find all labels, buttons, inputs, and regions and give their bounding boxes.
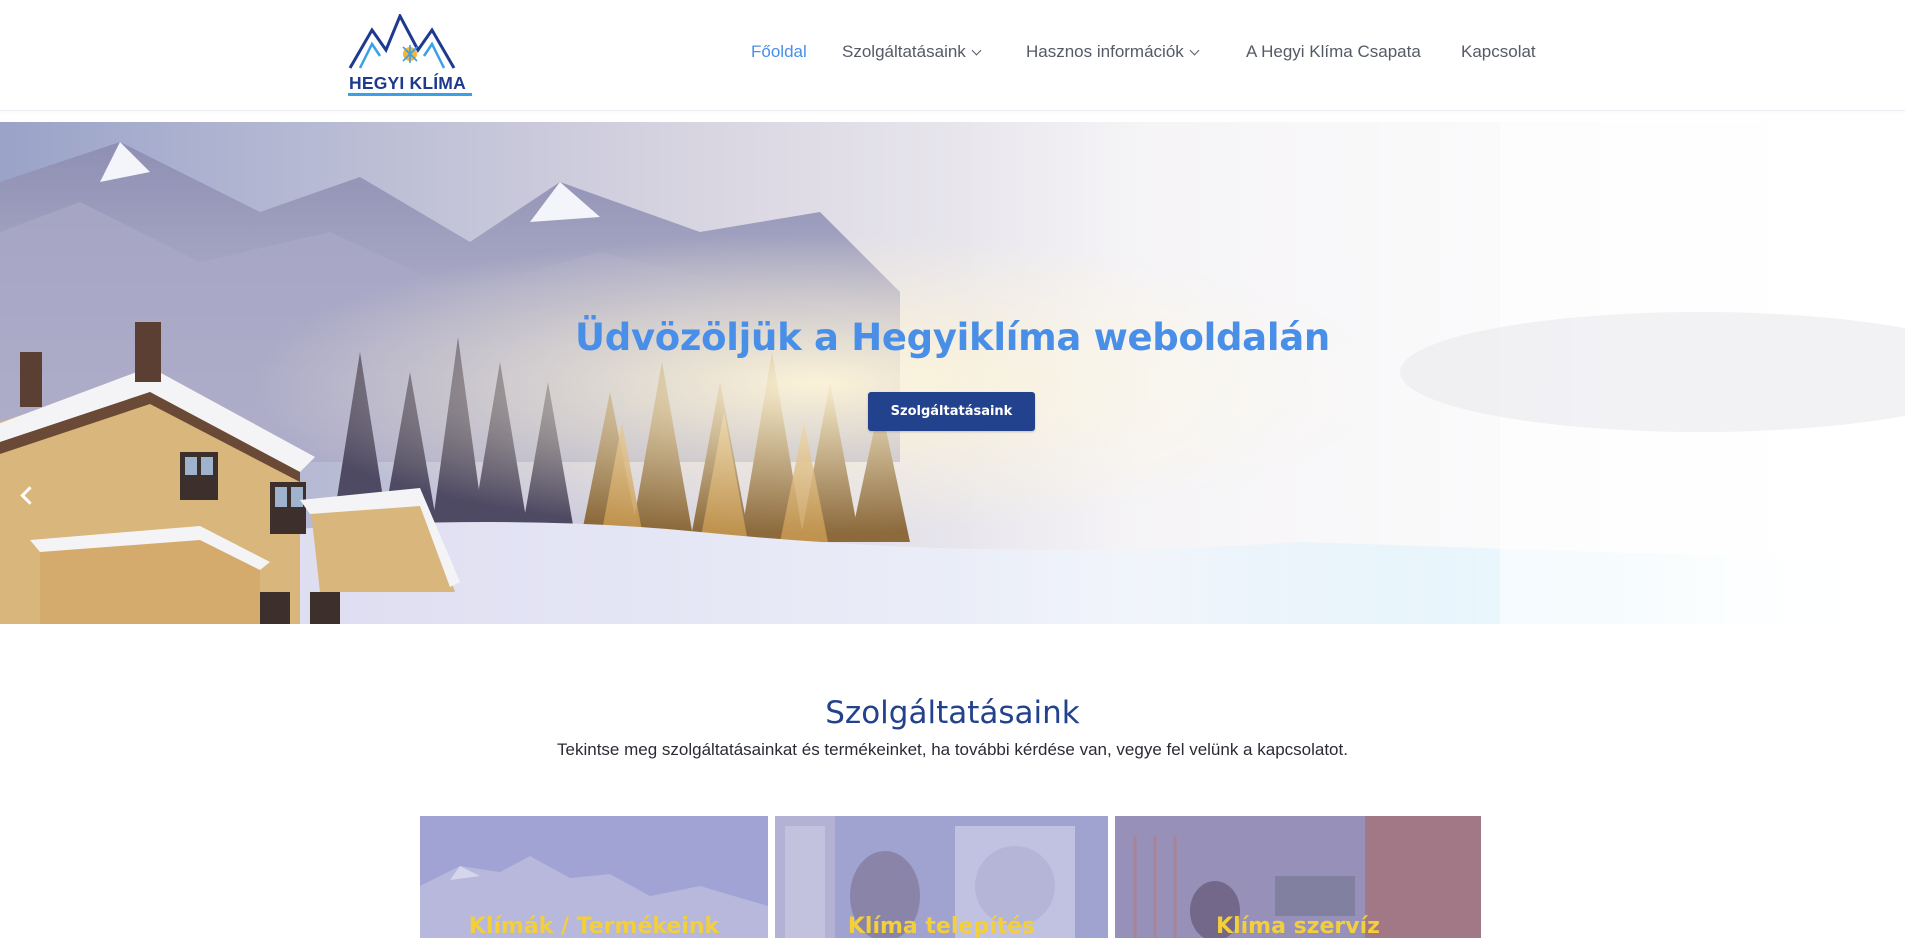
- nav-item-services[interactable]: Szolgáltatásaink: [842, 42, 982, 62]
- service-card-service[interactable]: Klíma szervíz: [1115, 816, 1481, 938]
- chevron-left-icon[interactable]: [16, 484, 40, 508]
- mountain-logo-icon: [348, 12, 456, 69]
- nav-item-contact[interactable]: Kapcsolat: [1461, 42, 1536, 62]
- hero-title: Üdvözöljük a Hegyiklíma weboldalán: [575, 316, 1330, 359]
- services-subtitle: Tekintse meg szolgáltatásainkat és termé…: [557, 740, 1348, 759]
- card-label: Klíma szervíz: [1216, 914, 1380, 938]
- nav-item-info[interactable]: Hasznos információk: [1026, 42, 1200, 62]
- card-label: Klímák / Termékeink: [468, 914, 720, 938]
- card-label: Klíma telepítés: [847, 914, 1036, 938]
- chevron-down-icon: [971, 45, 982, 55]
- hero-background-image: [0, 122, 1905, 624]
- hero-slider: Üdvözöljük a Hegyiklíma weboldalán Szolg…: [0, 122, 1905, 624]
- nav-label: Kapcsolat: [1461, 42, 1536, 61]
- nav-label: Hasznos információk: [1026, 42, 1184, 61]
- site-logo[interactable]: HEGYI KLÍMA: [348, 12, 474, 96]
- logo-text: HEGYI KLÍMA: [349, 73, 466, 93]
- nav-label: Főoldal: [751, 42, 807, 61]
- logo-underline: [348, 93, 472, 96]
- site-header: HEGYI KLÍMA Főoldal Szolgáltatásaink Has…: [0, 0, 1905, 111]
- service-card-installation[interactable]: Klíma telepítés: [775, 816, 1108, 938]
- services-title: Szolgáltatásaink: [825, 695, 1080, 731]
- chevron-right-icon[interactable]: [1865, 484, 1890, 508]
- nav-item-home[interactable]: Főoldal: [751, 42, 807, 62]
- nav-label: Szolgáltatásaink: [842, 42, 966, 61]
- chevron-down-icon: [1189, 45, 1200, 55]
- hero-services-button[interactable]: Szolgáltatásaink: [868, 392, 1035, 431]
- service-card-products[interactable]: Klímák / Termékeink: [420, 816, 768, 938]
- nav-label: A Hegyi Klíma Csapata: [1246, 42, 1421, 61]
- nav-item-team[interactable]: A Hegyi Klíma Csapata: [1246, 42, 1421, 62]
